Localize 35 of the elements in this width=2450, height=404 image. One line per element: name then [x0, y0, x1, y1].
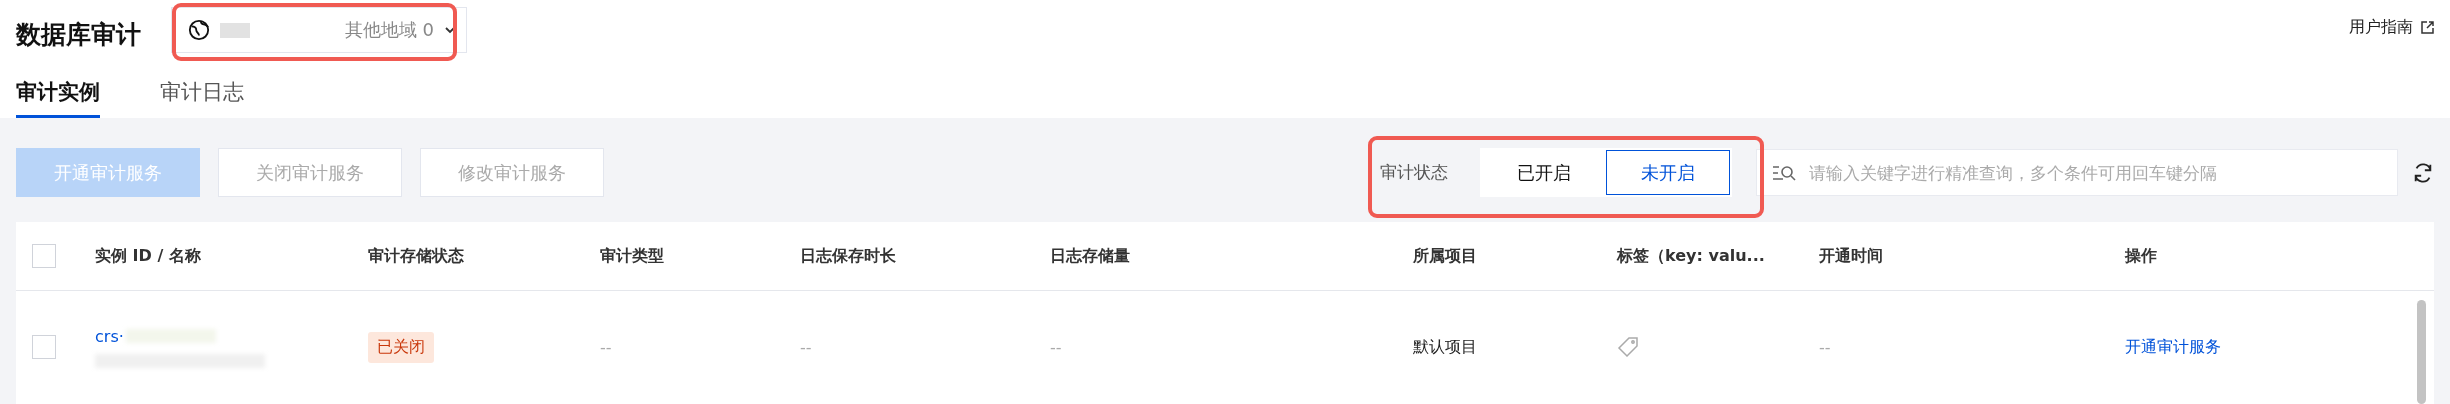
table-cell-text: 默认项目 [1413, 336, 1478, 358]
external-link-icon [2421, 20, 2434, 34]
tag-icon[interactable] [1617, 336, 1639, 358]
column-header: 实例 ID / 名称 [95, 245, 202, 267]
region-selector[interactable]: 其他地域 0 [171, 7, 467, 53]
table-cell-text: -- [1050, 337, 1063, 357]
search-icon [1772, 164, 1796, 182]
row-checkbox[interactable] [32, 335, 56, 359]
column-header: 日志保存时长 [800, 245, 897, 267]
search-field[interactable]: 请输入关键字进行精准查询，多个条件可用回车键分隔 [1756, 149, 2398, 196]
table-cell-text: -- [800, 337, 813, 357]
select-all-checkbox[interactable] [32, 244, 56, 268]
column-header: 审计存储状态 [368, 245, 465, 267]
status-tag: 已关闭 [368, 331, 434, 363]
instance-link[interactable]: crs· [95, 326, 124, 346]
chevron-down-icon [444, 24, 456, 36]
region-value: 其他地域 0 [344, 18, 434, 42]
tab[interactable]: 审计日志 [160, 68, 244, 118]
column-header: 审计类型 [600, 245, 665, 267]
column-header: 开通时间 [1819, 245, 1884, 267]
action-link[interactable]: 开通审计服务 [2125, 336, 2434, 358]
column-header: 标签（key: valu... [1617, 245, 1766, 267]
column-header: 日志存储量 [1050, 245, 1131, 267]
help-link[interactable]: 用户指南 [2349, 16, 2434, 38]
globe-icon [188, 19, 210, 41]
filter-label: 审计状态 [1380, 161, 1448, 184]
column-header: 操作 [2125, 245, 2158, 267]
refresh-icon[interactable] [2412, 161, 2434, 184]
page-title: 数据库审计 [16, 18, 141, 51]
table-cell-text: -- [1819, 337, 1832, 357]
redacted-block [220, 22, 250, 38]
status-option[interactable]: 未开启 [1606, 150, 1730, 195]
column-header: 所属项目 [1413, 245, 1478, 267]
table-cell-text: -- [600, 337, 613, 357]
scrollbar[interactable] [2417, 300, 2426, 404]
